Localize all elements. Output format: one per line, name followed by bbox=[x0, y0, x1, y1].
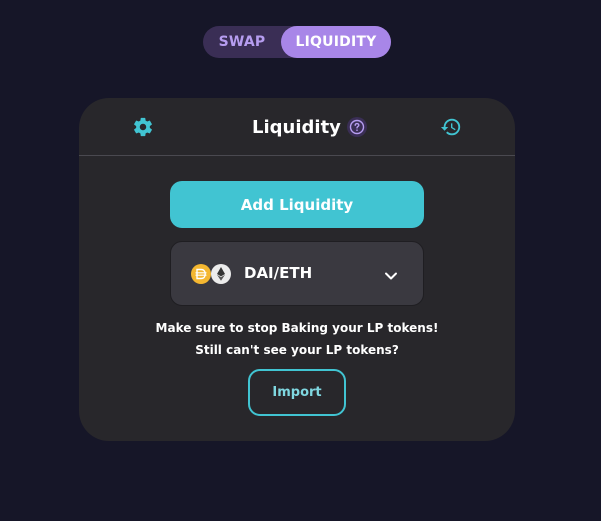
chevron-down-icon-svg bbox=[385, 272, 397, 280]
import-button[interactable]: Import bbox=[248, 369, 346, 416]
pair-label: DAI/ETH bbox=[244, 264, 313, 282]
dai-icon bbox=[191, 264, 211, 284]
history-icon-svg bbox=[440, 118, 461, 136]
chevron-down-icon bbox=[383, 267, 399, 280]
eth-icon-svg bbox=[211, 264, 231, 284]
card-header: Liquidity bbox=[79, 98, 515, 156]
card-title: Liquidity bbox=[252, 116, 341, 138]
pair-dropdown[interactable]: DAI/ETH bbox=[170, 241, 424, 306]
gear-icon[interactable] bbox=[132, 116, 154, 138]
pair-token-icons bbox=[191, 264, 233, 284]
question-icon[interactable] bbox=[346, 117, 367, 137]
tab-liquidity[interactable]: LIQUIDITY bbox=[281, 26, 391, 58]
liquidity-card: Liquidity Add Liquidity DAI/ETH Make sur… bbox=[79, 98, 515, 441]
add-liquidity-button[interactable]: Add Liquidity bbox=[170, 181, 424, 228]
question-icon-svg bbox=[349, 119, 365, 135]
eth-icon bbox=[211, 264, 231, 284]
lp-tokens-hint-text: Still can't see your LP tokens? bbox=[195, 343, 399, 357]
baking-warning-text: Make sure to stop Baking your LP tokens! bbox=[155, 321, 439, 335]
gear-icon-svg bbox=[134, 117, 152, 137]
swap-liquidity-toggle: SWAP LIQUIDITY bbox=[203, 26, 391, 58]
dai-icon-svg bbox=[191, 264, 211, 284]
tab-swap[interactable]: SWAP bbox=[203, 26, 281, 58]
history-icon[interactable] bbox=[440, 116, 462, 138]
card-title-group: Liquidity bbox=[252, 115, 367, 139]
